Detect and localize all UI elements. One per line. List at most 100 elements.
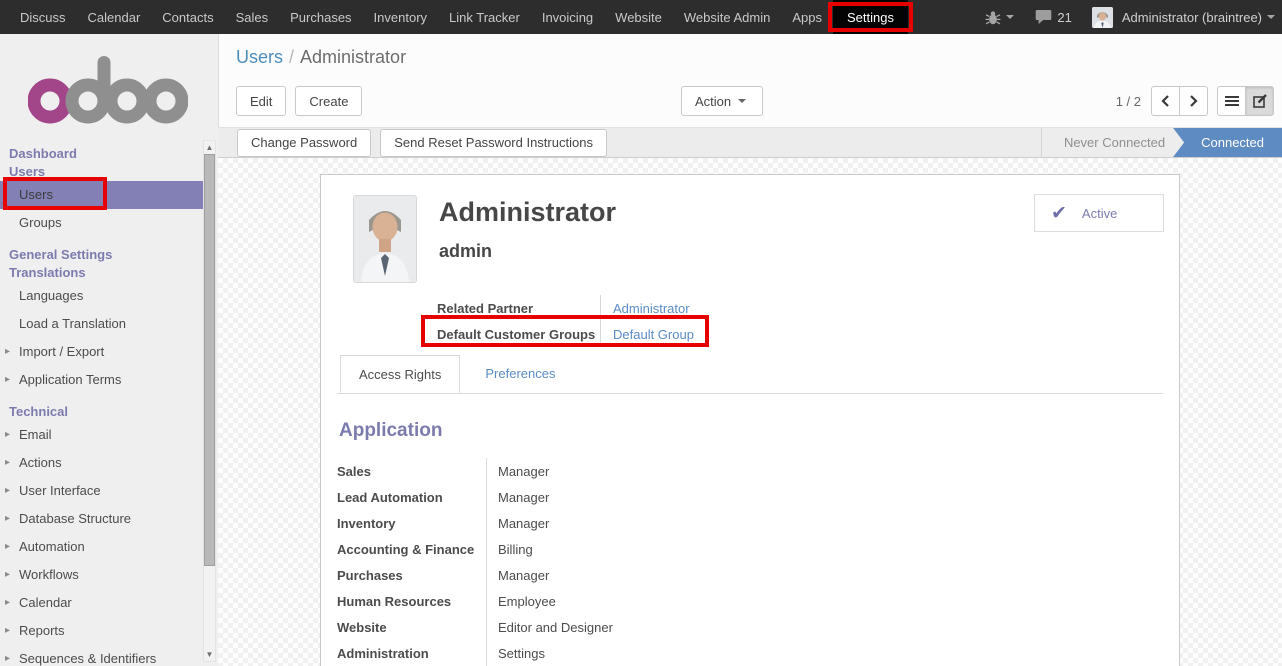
default-group-link[interactable]: Default Group	[613, 327, 694, 342]
field-row-related-partner: Related Partner Administrator	[437, 295, 1163, 321]
breadcrumb-users-link[interactable]: Users	[236, 47, 283, 67]
sidebar-item-users[interactable]: Users	[0, 181, 206, 209]
app-value-accounting-finance[interactable]: Billing	[498, 536, 1163, 562]
pager-next-button[interactable]	[1179, 86, 1208, 116]
sidebar-item-application-terms[interactable]: ▸Application Terms	[0, 366, 218, 394]
form-view-button[interactable]	[1245, 86, 1274, 116]
sidebar-heading-technical[interactable]: Technical	[0, 403, 218, 421]
menu-item-settings[interactable]: Settings	[833, 0, 908, 34]
app-value-lead-automation[interactable]: Manager	[498, 484, 1163, 510]
state-never-connected[interactable]: Never Connected	[1041, 128, 1184, 157]
menu-item-link-tracker[interactable]: Link Tracker	[438, 0, 531, 34]
tab-preferences[interactable]: Preferences	[460, 355, 580, 393]
app-value-purchases[interactable]: Manager	[498, 562, 1163, 588]
scroll-down-icon[interactable]: ▼	[204, 648, 215, 661]
messages-count-badge[interactable]: 21	[1057, 10, 1071, 25]
sidebar-item-label: Sequences & Identifiers	[19, 645, 156, 666]
action-dropdown-button[interactable]: Action	[681, 86, 763, 116]
field-group: Related Partner Administrator Default Cu…	[437, 295, 1163, 347]
scroll-up-icon[interactable]: ▲	[204, 141, 215, 154]
application-section-title: Application	[339, 420, 1163, 442]
messages-bubble-icon[interactable]	[1035, 9, 1052, 25]
app-value-inventory[interactable]: Manager	[498, 510, 1163, 536]
app-value-human-resources[interactable]: Employee	[498, 588, 1163, 614]
debug-caret-down-icon[interactable]	[1006, 15, 1014, 23]
change-password-button[interactable]: Change Password	[237, 129, 371, 157]
sidebar-item-email[interactable]: ▸Email	[0, 421, 218, 449]
sidebar-item-languages[interactable]: Languages	[0, 282, 218, 310]
odoo-logo	[28, 54, 218, 129]
menu-item-invoicing[interactable]: Invoicing	[531, 0, 604, 34]
action-label: Action	[695, 94, 731, 109]
sidebar-item-label: User Interface	[19, 477, 101, 505]
chevron-left-icon	[1161, 95, 1170, 107]
pager-previous-button[interactable]	[1151, 86, 1180, 116]
app-label-purchases: Purchases	[337, 562, 486, 588]
related-partner-link[interactable]: Administrator	[613, 301, 690, 316]
menu-item-settings-label: Settings	[847, 10, 894, 25]
main-area: Users/Administrator Edit Create Action 1…	[218, 34, 1282, 666]
sidebar-item-label: Reports	[19, 617, 65, 645]
application-rights-table: Sales Lead Automation Inventory Accounti…	[337, 458, 1163, 666]
menu-item-sales[interactable]: Sales	[225, 0, 280, 34]
edit-button[interactable]: Edit	[236, 86, 286, 116]
menu-item-website-admin[interactable]: Website Admin	[673, 0, 781, 34]
expand-arrow-icon: ▸	[5, 645, 19, 666]
user-menu[interactable]: Administrator (braintree)	[1122, 10, 1262, 25]
menu-item-contacts[interactable]: Contacts	[151, 0, 224, 34]
record-titles: Administrator admin	[439, 193, 616, 283]
app-value-sales[interactable]: Manager	[498, 458, 1163, 484]
sidebar-heading-general-settings[interactable]: General Settings	[0, 246, 218, 264]
send-reset-password-button[interactable]: Send Reset Password Instructions	[380, 129, 607, 157]
form-background: Administrator admin ✔ Active Related Par…	[218, 158, 1282, 666]
sidebar-item-actions[interactable]: ▸Actions	[0, 449, 218, 477]
expand-arrow-icon: ▸	[5, 477, 19, 505]
user-avatar[interactable]	[1092, 7, 1113, 28]
application-labels-column: Sales Lead Automation Inventory Accounti…	[337, 458, 486, 666]
expand-arrow-icon: ▸	[5, 421, 19, 449]
sidebar-item-reports[interactable]: ▸Reports	[0, 617, 218, 645]
user-menu-caret-down-icon[interactable]	[1267, 15, 1275, 23]
create-button[interactable]: Create	[295, 86, 362, 116]
menu-item-purchases[interactable]: Purchases	[279, 0, 362, 34]
tab-access-rights[interactable]: Access Rights	[340, 355, 460, 393]
edit-form-icon	[1253, 94, 1267, 108]
sidebar-item-workflows[interactable]: ▸Workflows	[0, 561, 218, 589]
debug-bug-icon[interactable]	[985, 10, 1001, 25]
sidebar-item-label: Actions	[19, 449, 62, 477]
active-checkbox[interactable]: ✔ Active	[1034, 194, 1164, 232]
menu-item-apps[interactable]: Apps	[781, 0, 833, 34]
sidebar-item-load-a-translation[interactable]: Load a Translation	[0, 310, 218, 338]
sidebar-heading-dashboard[interactable]: Dashboard	[0, 145, 218, 163]
app-label-administration: Administration	[337, 640, 486, 666]
app-menu: Discuss Calendar Contacts Sales Purchase…	[0, 0, 908, 34]
sidebar-item-groups[interactable]: Groups	[0, 209, 218, 237]
sidebar-heading-translations[interactable]: Translations	[0, 264, 218, 282]
action-caret-down-icon	[738, 99, 746, 107]
sidebar-item-sequences-identifiers[interactable]: ▸Sequences & Identifiers	[0, 645, 218, 666]
scrollbar-thumb[interactable]	[204, 154, 215, 566]
list-view-button[interactable]	[1217, 86, 1246, 116]
sidebar-scrollbar[interactable]: ▲ ▼	[203, 140, 216, 662]
sidebar: Dashboard Users Users Groups General Set…	[0, 34, 218, 666]
app-value-website[interactable]: Editor and Designer	[498, 614, 1163, 640]
menu-item-discuss[interactable]: Discuss	[9, 0, 77, 34]
statusbar-buttons: Change Password Send Reset Password Inst…	[237, 129, 607, 157]
menu-item-website[interactable]: Website	[604, 0, 673, 34]
sidebar-item-label: Automation	[19, 533, 85, 561]
sidebar-item-label: Database Structure	[19, 505, 131, 533]
menu-item-inventory[interactable]: Inventory	[363, 0, 438, 34]
sidebar-item-import-export[interactable]: ▸Import / Export	[0, 338, 218, 366]
sidebar-item-calendar[interactable]: ▸Calendar	[0, 589, 218, 617]
sidebar-item-user-interface[interactable]: ▸User Interface	[0, 477, 218, 505]
sidebar-item-automation[interactable]: ▸Automation	[0, 533, 218, 561]
sidebar-item-database-structure[interactable]: ▸Database Structure	[0, 505, 218, 533]
expand-arrow-icon: ▸	[5, 561, 19, 589]
application-values-column: Manager Manager Manager Billing Manager …	[486, 458, 1163, 666]
menu-item-calendar[interactable]: Calendar	[77, 0, 152, 34]
record-avatar[interactable]	[353, 195, 417, 283]
sidebar-heading-users[interactable]: Users	[0, 163, 218, 181]
app-value-administration[interactable]: Settings	[498, 640, 1163, 666]
sidebar-item-label: Calendar	[19, 589, 72, 617]
state-connected[interactable]: Connected	[1173, 128, 1282, 157]
